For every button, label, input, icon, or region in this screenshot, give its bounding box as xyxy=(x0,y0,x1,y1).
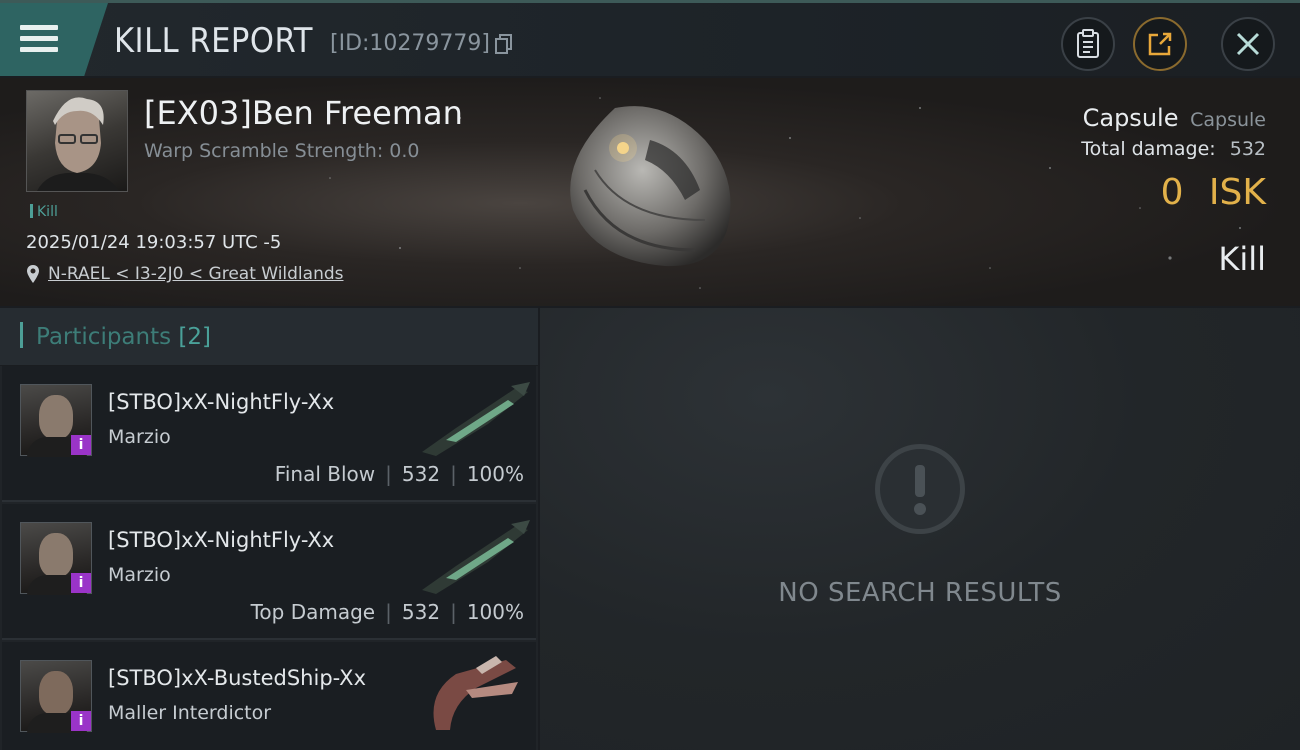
participant-role: Final Blow xyxy=(274,462,376,486)
participant-damage: 532 xyxy=(401,600,441,624)
avatar[interactable]: i xyxy=(20,384,92,457)
participant-ship: Maller Interdictor xyxy=(108,702,272,724)
participant-name: [STBO]xX-NightFly-Xx xyxy=(108,390,335,414)
participant-ship: Marzio xyxy=(108,564,171,586)
corp-badge-icon: i xyxy=(71,435,91,455)
participant-row[interactable]: i [STBO]xX-NightFly-Xx Marzio Top Damage… xyxy=(2,504,536,640)
section-accent xyxy=(20,322,23,348)
participant-role: Top Damage xyxy=(250,600,376,624)
ship-type-name: Capsule xyxy=(1082,104,1179,132)
clipboard-icon xyxy=(1077,29,1099,58)
participant-name: [STBO]xX-NightFly-Xx xyxy=(108,528,335,552)
participants-label: Participants xyxy=(36,324,172,350)
isk-amount: 0 xyxy=(1160,172,1184,213)
participant-ship: Marzio xyxy=(108,426,171,448)
total-damage-value: 532 xyxy=(1229,138,1266,160)
victim-ship-type: Capsule Capsule xyxy=(1083,104,1266,132)
participant-stats: Top Damage | 532 | 100% xyxy=(250,600,524,624)
clipboard-button[interactable] xyxy=(1061,17,1115,71)
participant-row[interactable]: i [STBO]xX-BustedShip-Xx Maller Interdic… xyxy=(2,642,536,750)
victim-portrait[interactable] xyxy=(26,90,128,192)
title-bar: KILL REPORT [ID:10279779] xyxy=(0,0,1300,76)
participant-percent: 100% xyxy=(466,600,524,624)
kill-outcome: Kill xyxy=(1218,240,1266,278)
participant-name: [STBO]xX-BustedShip-Xx xyxy=(108,666,366,690)
warning-icon xyxy=(875,444,965,534)
kill-datetime: 2025/01/24 19:03:57 UTC -5 xyxy=(26,232,282,253)
share-button[interactable] xyxy=(1133,17,1187,71)
participants-count: [2] xyxy=(178,324,212,350)
participant-ship-image xyxy=(433,656,518,730)
kill-tag: Kill xyxy=(30,204,58,220)
warp-scramble-strength: Warp Scramble Strength: 0.0 xyxy=(144,140,420,162)
isk-value: 0 ISK xyxy=(1161,172,1266,213)
participants-title: Participants [2] xyxy=(36,324,211,350)
victim-name[interactable]: [EX03]Ben Freeman xyxy=(144,94,463,132)
menu-icon[interactable] xyxy=(20,25,58,55)
menu-button[interactable] xyxy=(0,3,108,76)
close-icon xyxy=(1236,32,1260,56)
total-damage: Total damage: 532 xyxy=(1081,138,1266,160)
avatar[interactable]: i xyxy=(20,660,92,733)
copy-icon[interactable] xyxy=(494,33,514,55)
total-damage-label: Total damage: xyxy=(1081,138,1216,160)
participant-percent: 100% xyxy=(466,462,524,486)
participant-ship-image xyxy=(422,520,530,594)
isk-unit: ISK xyxy=(1208,172,1266,213)
location-link[interactable]: N-RAEL < I3-2J0 < Great Wildlands xyxy=(48,264,344,284)
corp-badge-icon: i xyxy=(71,573,91,593)
results-panel: NO SEARCH RESULTS xyxy=(540,308,1300,750)
close-button[interactable] xyxy=(1221,17,1275,71)
ship-class-name: Capsule xyxy=(1190,109,1266,131)
avatar[interactable]: i xyxy=(20,522,92,595)
corp-badge-icon: i xyxy=(71,711,91,731)
participant-stats: Final Blow | 532 | 100% xyxy=(274,462,524,486)
location-pin-icon xyxy=(27,265,39,283)
report-id: [ID:10279779] xyxy=(330,31,490,56)
empty-state-text: NO SEARCH RESULTS xyxy=(778,578,1062,608)
participant-ship-image xyxy=(422,382,530,456)
participants-panel: Participants [2] i [STBO]xX-NightFly-Xx … xyxy=(0,308,538,750)
participants-header: Participants [2] xyxy=(0,308,538,366)
kill-location[interactable]: N-RAEL < I3-2J0 < Great Wildlands xyxy=(26,264,344,284)
page-title: KILL REPORT xyxy=(114,21,313,61)
victim-banner: [EX03]Ben Freeman Warp Scramble Strength… xyxy=(0,78,1300,306)
participant-damage: 532 xyxy=(401,462,441,486)
share-icon xyxy=(1148,32,1172,56)
participant-row[interactable]: i [STBO]xX-NightFly-Xx Marzio Final Blow… xyxy=(2,366,536,502)
victim-ship-image xyxy=(570,106,731,267)
